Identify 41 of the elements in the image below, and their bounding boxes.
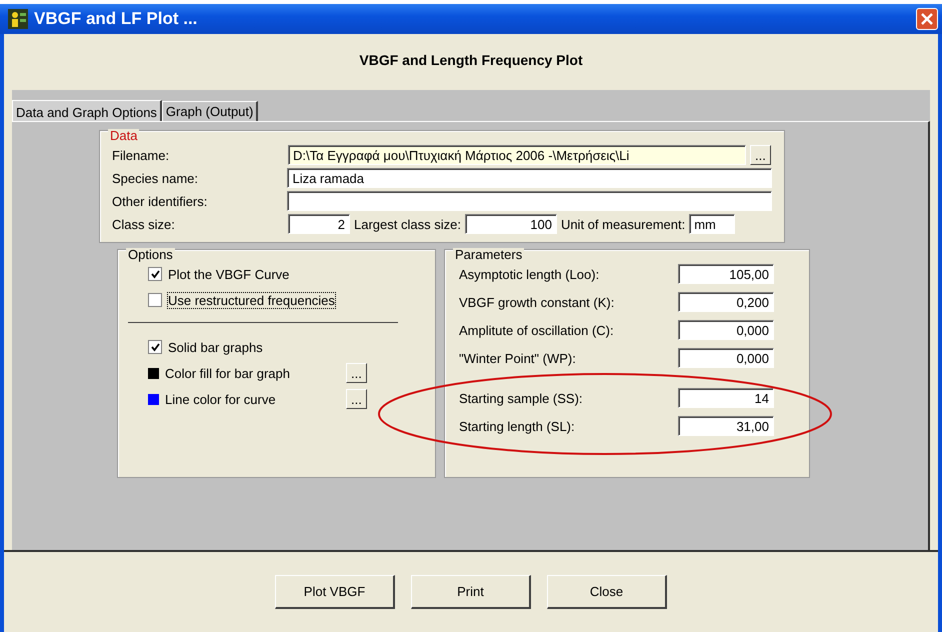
parameter-field[interactable]: 0,000 xyxy=(678,348,774,368)
color-label: Line color for curve xyxy=(165,392,277,406)
tab[interactable]: Graph (Output) xyxy=(162,101,258,121)
dialog-button[interactable]: Close xyxy=(547,575,667,609)
field-label: Other identifiers: xyxy=(112,194,208,208)
field-label: Starting sample (SS): xyxy=(459,390,584,406)
group-title: Data xyxy=(108,129,140,143)
parameter-field[interactable]: 31,00 xyxy=(678,416,774,436)
unit-field[interactable]: mm xyxy=(689,214,736,234)
species-field[interactable]: Liza ramada xyxy=(287,168,772,188)
field-label: Amplitute of oscillation (C): xyxy=(459,322,615,338)
field-label: Largest class size: xyxy=(354,216,461,232)
color-label: Color fill for bar graph xyxy=(165,366,291,380)
browse-button[interactable]: ... xyxy=(750,145,771,165)
parameter-field[interactable]: 14 xyxy=(678,388,774,408)
dialog-button[interactable]: Plot VBGF xyxy=(275,575,395,609)
parameter-field[interactable]: 0,200 xyxy=(678,292,774,312)
class-size-field[interactable]: 2 xyxy=(288,214,350,234)
field-label: VBGF growth constant (K): xyxy=(459,294,616,310)
field-label: Asymptotic length (Loo): xyxy=(459,266,600,282)
field-label: "Winter Point" (WP): xyxy=(459,350,577,366)
dialog-button[interactable]: Print xyxy=(411,575,531,609)
tab[interactable]: Data and Graph Options xyxy=(12,100,162,122)
field-label: Unit of measurement: xyxy=(560,216,686,232)
largest-class-field[interactable]: 100 xyxy=(464,214,557,234)
window-title: VBGF and LF Plot ... xyxy=(34,9,198,29)
field-label: Species name: xyxy=(112,170,199,186)
field-label: Filename: xyxy=(112,148,170,162)
parameter-field[interactable]: 105,00 xyxy=(678,264,774,284)
parameter-field[interactable]: 0,000 xyxy=(678,320,774,340)
color-picker-button[interactable]: ... xyxy=(346,363,367,383)
checkbox-label[interactable]: Use restructured frequencies xyxy=(168,292,335,308)
group-title: Options xyxy=(126,248,175,262)
filename-field[interactable]: D:\Τα Εγγραφά μου\Πτυχιακή Μάρτιος 2006 -\Μετρήσεις\Li xyxy=(288,145,746,165)
dialog-heading: VBGF and Length Frequency Plot xyxy=(358,52,584,68)
checkbox-label[interactable]: Plot the VBGF Curve xyxy=(168,266,290,282)
color-picker-button[interactable]: ... xyxy=(346,389,367,409)
checkbox-label[interactable]: Solid bar graphs xyxy=(168,340,263,354)
field-label: Starting length (SL): xyxy=(459,418,576,434)
group-title: Parameters xyxy=(453,248,524,262)
field-label: Class size: xyxy=(112,216,176,232)
